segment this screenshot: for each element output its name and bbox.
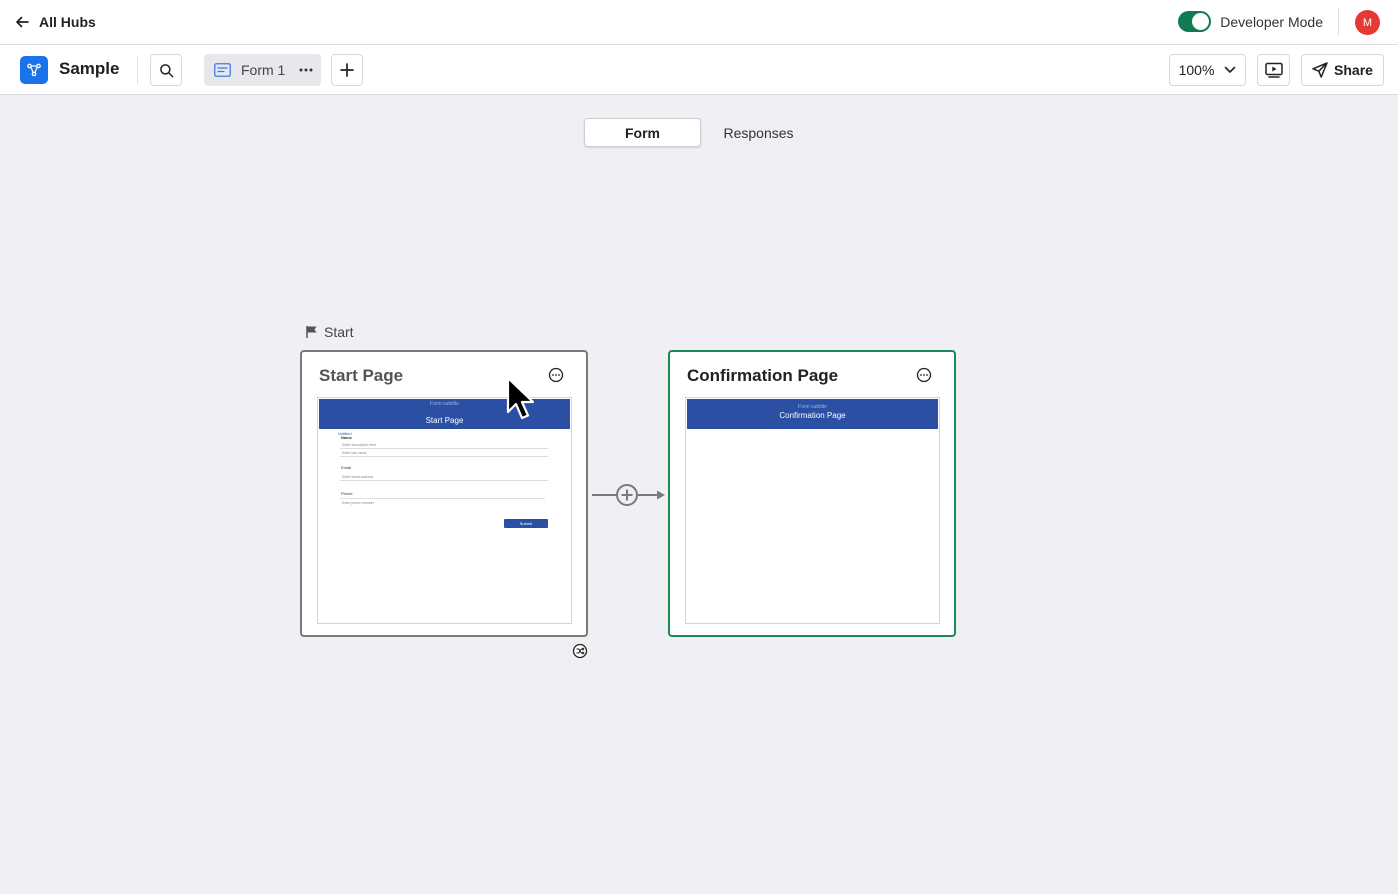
developer-mode: Developer Mode (1178, 11, 1323, 32)
developer-mode-label: Developer Mode (1220, 13, 1323, 30)
divider (1338, 8, 1339, 36)
confirmation-page-card[interactable]: Confirmation Page Form subtitle Confirma… (668, 350, 956, 637)
arrow-left-icon (16, 16, 29, 28)
zoom-select[interactable]: 100% (1169, 54, 1246, 86)
play-screen-icon (1264, 62, 1283, 78)
toolbar: Sample Form 1 100% Share (0, 45, 1398, 95)
back-label: All Hubs (39, 14, 96, 30)
preview-field-line (340, 480, 548, 481)
preview-field-placeholder: Enter email address (342, 475, 374, 479)
preview-title: Confirmation Page (779, 411, 846, 420)
preview-field-label: Name (341, 435, 352, 440)
search-icon (159, 63, 173, 77)
chevron-down-icon (1225, 66, 1236, 73)
preview-header: Form subtitle Confirmation Page (687, 399, 938, 429)
share-label: Share (1334, 62, 1373, 78)
developer-mode-toggle[interactable] (1178, 11, 1212, 32)
top-bar: All Hubs Developer Mode M (0, 0, 1398, 45)
more-options-icon[interactable] (916, 367, 932, 383)
preview-field-label: Phone (341, 491, 353, 496)
send-icon (1312, 62, 1328, 78)
form-tab-label: Form 1 (241, 62, 286, 78)
app-title: Sample (59, 59, 120, 78)
nodes-icon (27, 63, 41, 77)
confirmation-page-preview: Form subtitle Confirmation Page (685, 397, 940, 624)
preview-field-placeholder: Enter phone number (342, 501, 374, 505)
card-title: Confirmation Page (687, 366, 839, 385)
back-to-hubs-link[interactable]: All Hubs (14, 10, 96, 34)
tab-form-1[interactable]: Form 1 (204, 54, 321, 86)
preview-button[interactable] (1257, 54, 1290, 86)
tab-form[interactable]: Form (584, 118, 701, 147)
start-page-preview: Form subtitle Start Page Untitled Name E… (317, 397, 572, 624)
preview-field-line (340, 498, 545, 499)
avatar[interactable]: M (1355, 10, 1380, 35)
preview-title: Start Page (425, 416, 464, 425)
divider (137, 56, 138, 84)
hub-icon[interactable] (20, 56, 48, 84)
branch-logic-icon[interactable] (572, 643, 588, 659)
view-tabs: Form Responses (584, 118, 816, 148)
preview-submit-button: Submit (504, 519, 548, 528)
more-horizontal-icon[interactable] (299, 68, 313, 72)
page-connector (592, 484, 665, 506)
flag-icon (306, 326, 317, 338)
preview-field-label: Email (341, 465, 352, 470)
tab-responses[interactable]: Responses (701, 118, 816, 147)
zoom-value: 100% (1178, 62, 1215, 78)
share-button[interactable]: Share (1301, 54, 1384, 86)
preview-caption: Form subtitle (798, 404, 827, 410)
start-marker: Start (305, 324, 354, 340)
preview-field-placeholder: Enter last name (342, 451, 367, 455)
preview-header: Form subtitle Start Page (319, 399, 570, 429)
preview-field-line (340, 456, 548, 457)
more-options-icon[interactable] (548, 367, 564, 383)
search-button[interactable] (150, 54, 182, 86)
add-form-button[interactable] (331, 54, 363, 86)
card-title: Start Page (319, 366, 404, 385)
start-page-card[interactable]: Start Page Form subtitle Start Page Unti… (300, 350, 588, 637)
preview-field-placeholder: Enter description here (342, 443, 377, 447)
form-icon (214, 63, 231, 77)
add-page-icon[interactable] (616, 484, 638, 506)
preview-caption: Form subtitle (430, 401, 459, 407)
preview-field-line (340, 448, 548, 449)
plus-icon (340, 63, 354, 77)
start-label: Start (324, 324, 354, 340)
